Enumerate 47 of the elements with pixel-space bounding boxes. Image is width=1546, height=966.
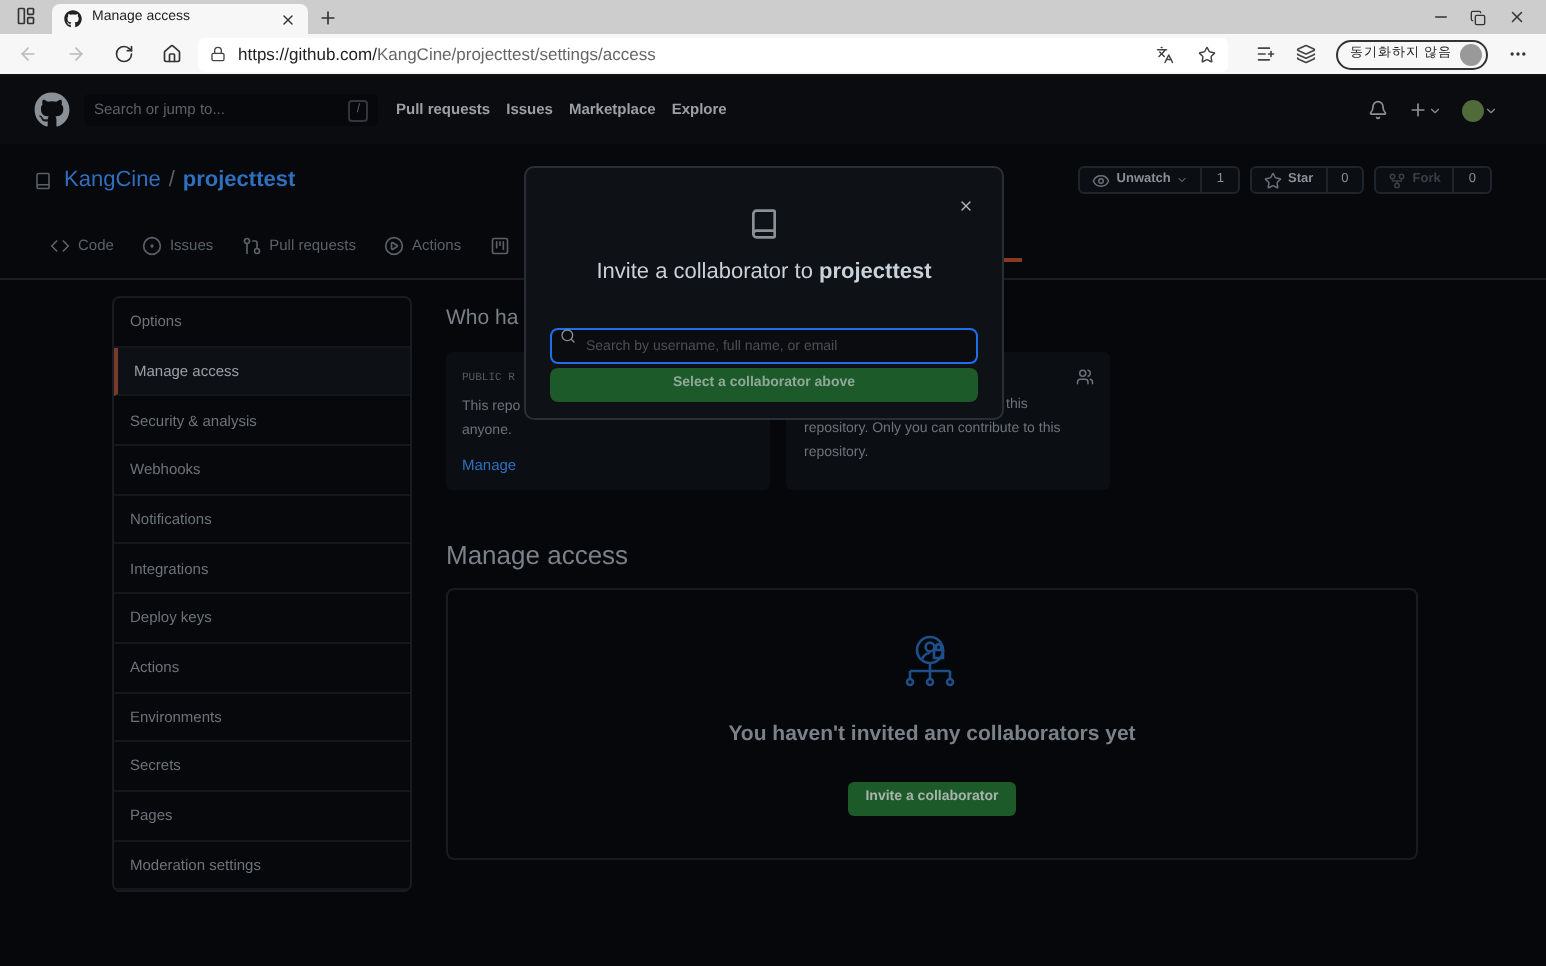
repo-name-link[interactable]: projecttest bbox=[182, 163, 296, 197]
favorites-icon[interactable] bbox=[1256, 44, 1277, 64]
notification-icon[interactable] bbox=[1368, 100, 1388, 120]
repo-tab[interactable] bbox=[489, 235, 510, 255]
people-icon bbox=[1076, 368, 1094, 386]
refresh-icon[interactable] bbox=[114, 44, 134, 64]
repo-icon bbox=[34, 171, 52, 189]
caret-icon bbox=[1428, 103, 1442, 117]
new-tab-icon[interactable] bbox=[318, 8, 338, 28]
address-bar[interactable]: https://github.com/KangCine/projecttest/settings/access bbox=[198, 37, 1229, 71]
caret-icon bbox=[1176, 174, 1189, 186]
path-separator: / bbox=[168, 165, 175, 196]
logo-icon bbox=[64, 10, 82, 28]
avatar-icon bbox=[1460, 43, 1482, 65]
collections-icon[interactable] bbox=[1296, 44, 1317, 64]
person-lock-network-icon bbox=[904, 634, 960, 690]
lock-icon bbox=[210, 46, 226, 62]
section-heading: Manage access bbox=[446, 538, 631, 574]
section-heading: Who ha bbox=[446, 304, 519, 334]
add-favorite-icon[interactable] bbox=[1198, 45, 1217, 63]
close-window-icon[interactable] bbox=[1508, 8, 1526, 26]
play-icon bbox=[383, 235, 404, 255]
repo-icon bbox=[748, 208, 780, 240]
create-menu-button[interactable] bbox=[1408, 100, 1442, 120]
home-icon[interactable] bbox=[162, 44, 182, 64]
selected-tab-underline bbox=[1004, 258, 1022, 262]
board-icon bbox=[489, 235, 510, 255]
avatar-icon bbox=[1462, 99, 1484, 121]
url-text: https://github.com/KangCine/projecttest/settings/access bbox=[238, 41, 656, 67]
logo-icon[interactable] bbox=[34, 92, 70, 128]
fork-icon bbox=[1388, 171, 1407, 189]
tab-actions-icon[interactable] bbox=[16, 6, 36, 26]
restore-icon[interactable] bbox=[1470, 10, 1486, 26]
code-icon bbox=[50, 235, 70, 255]
close-icon[interactable] bbox=[280, 11, 296, 27]
pull-request-icon bbox=[241, 235, 262, 255]
caret-icon bbox=[1484, 103, 1498, 117]
plus-icon bbox=[1408, 100, 1428, 120]
repo-owner-link[interactable]: KangCine bbox=[64, 163, 161, 197]
dialog-title: Invite a collaborator to projecttest bbox=[596, 258, 932, 288]
search-icon bbox=[560, 327, 576, 343]
empty-message: You haven't invited any collaborators yet bbox=[728, 720, 1136, 750]
eye-icon bbox=[1092, 171, 1111, 189]
close-icon[interactable] bbox=[958, 198, 974, 214]
user-menu-button[interactable] bbox=[1462, 99, 1498, 121]
circle-dot-icon bbox=[141, 235, 162, 255]
star-icon bbox=[1264, 171, 1282, 189]
